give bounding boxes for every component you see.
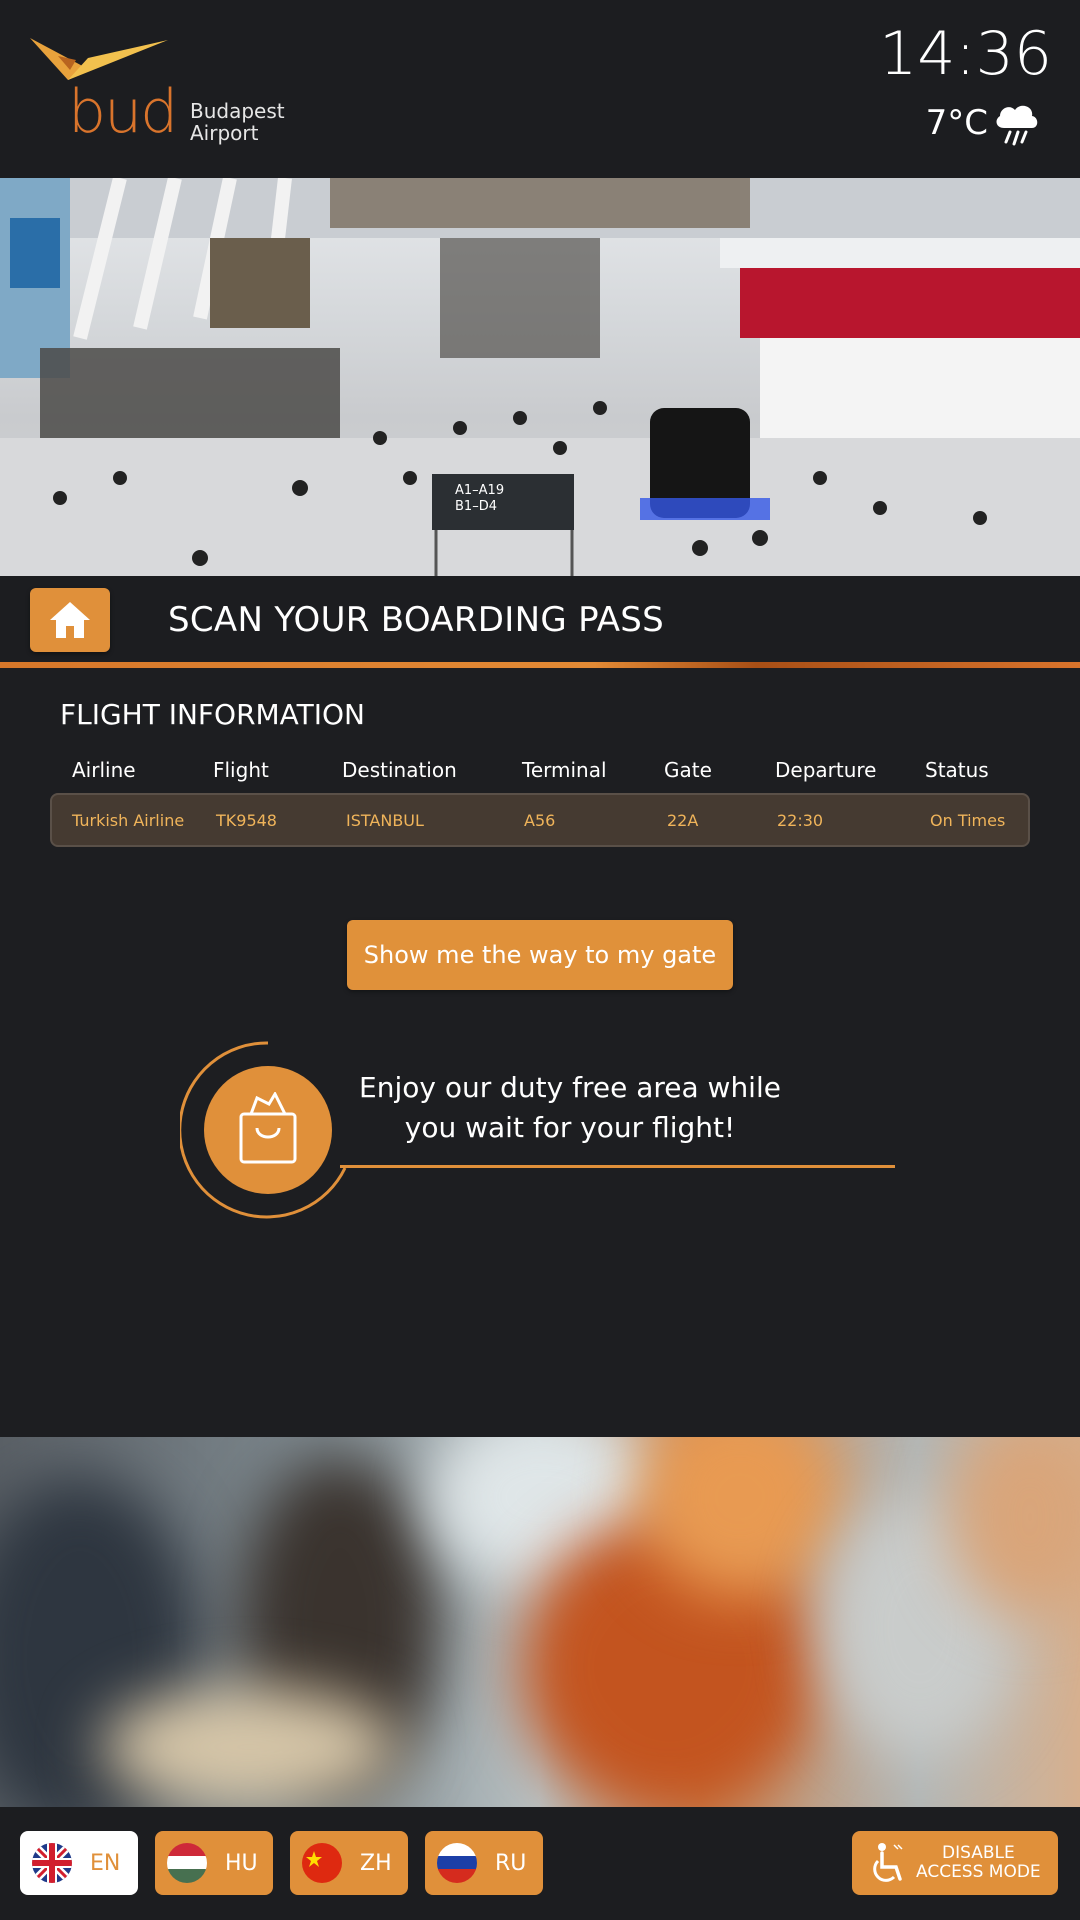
cell-flight: TK9548: [216, 811, 277, 830]
clock: 14:36: [879, 19, 1052, 89]
cell-status: On Times: [930, 811, 1006, 830]
flight-table-header: Airline Flight Destination Terminal Gate…: [50, 758, 1030, 788]
language-zh-button[interactable]: ZH: [290, 1831, 408, 1895]
cell-gate: 22A: [667, 811, 699, 830]
show-gate-button[interactable]: Show me the way to my gate: [347, 920, 733, 990]
col-departure: Departure: [775, 758, 877, 782]
header: bud Budapest Airport 14:36 7°C: [0, 0, 1080, 178]
uk-flag-icon: [32, 1843, 72, 1883]
language-en-button[interactable]: EN: [20, 1831, 138, 1895]
airport-logo: bud Budapest Airport: [28, 30, 298, 150]
scan-title: SCAN YOUR BOARDING PASS: [168, 600, 665, 640]
cell-departure: 22:30: [777, 811, 824, 830]
rain-cloud-icon: [996, 105, 1038, 146]
language-label: EN: [90, 1850, 121, 1876]
col-destination: Destination: [342, 758, 457, 782]
language-hu-button[interactable]: HU: [155, 1831, 273, 1895]
logo-name-line2: Airport: [190, 121, 259, 145]
duty-free-promo: Enjoy our duty free area while you wait …: [180, 1040, 900, 1220]
col-status: Status: [925, 758, 989, 782]
china-flag-icon: [302, 1843, 342, 1883]
access-mode-label: DISABLE ACCESS MODE: [916, 1844, 1041, 1882]
language-label: RU: [495, 1850, 527, 1876]
flight-row: Turkish Airline TK9548 ISTANBUL A56 22A …: [50, 793, 1030, 847]
home-icon: [50, 602, 90, 638]
divider: [0, 662, 1080, 668]
temperature: 7°C: [925, 103, 988, 143]
cell-terminal: A56: [524, 811, 556, 830]
language-ru-button[interactable]: RU: [425, 1831, 543, 1895]
russia-flag-icon: [437, 1843, 477, 1883]
home-button[interactable]: [30, 588, 110, 652]
svg-text:A1–A19: A1–A19: [455, 483, 504, 498]
shopping-bag-icon: [239, 1092, 297, 1164]
promo-background-image: [0, 1437, 1080, 1807]
footer: EN HU ZH RU DISABLE ACCESS MODE: [0, 1807, 1080, 1920]
terminal-illustration: A1–A19 B1–D4: [0, 178, 1080, 576]
hungary-flag-icon: [167, 1843, 207, 1883]
col-flight: Flight: [213, 758, 269, 782]
svg-text:B1–D4: B1–D4: [455, 499, 497, 514]
logo-airport-name: Budapest Airport: [190, 100, 285, 144]
duty-underline: [340, 1165, 895, 1168]
language-label: ZH: [360, 1850, 392, 1876]
duty-free-message: Enjoy our duty free area while you wait …: [359, 1071, 781, 1144]
logo-name-line1: Budapest: [190, 99, 285, 123]
scan-bar: SCAN YOUR BOARDING PASS: [0, 576, 1080, 668]
wheelchair-icon: [873, 1843, 903, 1882]
col-airline: Airline: [72, 758, 136, 782]
cell-destination: ISTANBUL: [346, 811, 424, 830]
language-label: HU: [225, 1850, 258, 1876]
duty-free-badge: [204, 1066, 332, 1194]
access-line2: ACCESS MODE: [916, 1862, 1041, 1882]
access-line1: DISABLE: [941, 1843, 1015, 1863]
col-gate: Gate: [664, 758, 712, 782]
cell-airline: Turkish Airline: [72, 811, 185, 830]
weather: 7°C: [926, 100, 1040, 146]
logo-wordmark: bud: [68, 77, 178, 147]
terminal-hero-image: A1–A19 B1–D4: [0, 178, 1080, 576]
disable-access-mode-button[interactable]: DISABLE ACCESS MODE: [852, 1831, 1058, 1895]
col-terminal: Terminal: [522, 758, 607, 782]
flight-info-title: FLIGHT INFORMATION: [60, 698, 366, 731]
